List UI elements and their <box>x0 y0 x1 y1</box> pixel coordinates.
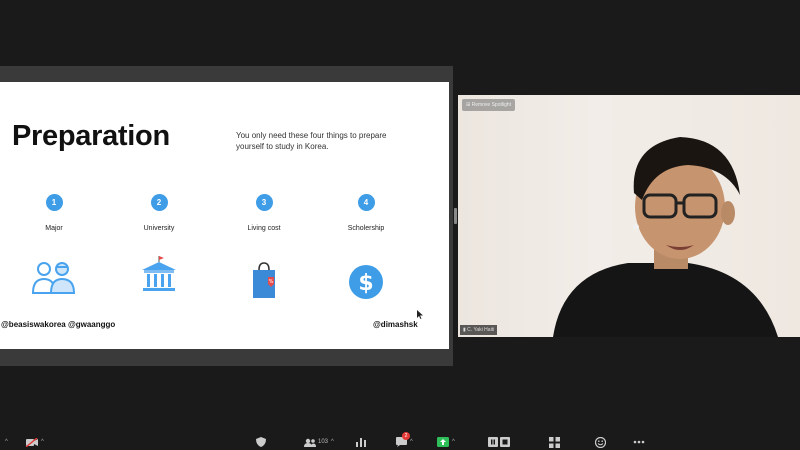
dollar-icon: $ <box>349 265 383 299</box>
record-pause-stop-icon <box>488 437 510 447</box>
chat-options-caret[interactable]: ^ <box>410 439 413 445</box>
step-scholarship: 4 Scholership <box>336 194 396 232</box>
svg-text:$: $ <box>358 271 373 296</box>
polls-button[interactable] <box>356 436 366 448</box>
share-screen-button[interactable]: ^ <box>437 436 455 448</box>
participant-name-label: ▮ C. Yaki Haiti <box>460 325 498 335</box>
step-number: 3 <box>255 194 273 211</box>
step-university: 2 University <box>129 194 189 232</box>
participants-count: 103 <box>318 439 329 445</box>
security-button[interactable] <box>256 436 266 448</box>
step-label: Living cost <box>247 225 281 232</box>
split-view-resize-handle[interactable] <box>454 208 457 224</box>
mouse-cursor-icon <box>417 310 423 319</box>
share-screen-icon <box>437 437 449 447</box>
participants-button[interactable]: 103 ^ <box>304 436 334 448</box>
university-icon <box>142 256 176 291</box>
people-icon <box>31 262 76 294</box>
step-label: Major <box>45 225 63 232</box>
chat-unread-badge: 2 <box>402 432 410 440</box>
step-number: 1 <box>45 194 63 211</box>
reactions-button[interactable] <box>595 436 606 448</box>
audio-options-caret[interactable]: ^ <box>2 436 8 448</box>
social-handle-right: @dimashsk <box>373 320 418 329</box>
video-camera-off-icon <box>26 437 38 447</box>
step-label: University <box>143 225 175 232</box>
step-label: Scholership <box>347 225 385 232</box>
smiley-icon <box>595 436 606 448</box>
slide-subtitle: You only need these four things to prepa… <box>236 131 387 151</box>
zoom-meeting-window: Preparation You only need these four thi… <box>0 0 800 450</box>
remove-spotlight-button[interactable]: ⊞ Remove Spotlight <box>462 99 516 111</box>
participant-video <box>553 137 778 337</box>
participants-options-caret[interactable]: ^ <box>331 439 334 445</box>
participant-video-tile[interactable]: ⊞ Remove Spotlight ▮ C. Yaki Haiti <box>458 95 800 337</box>
stop-video-button[interactable]: ^ <box>26 436 44 448</box>
record-button[interactable] <box>488 436 510 448</box>
share-options-caret[interactable]: ^ <box>452 439 455 445</box>
bar-chart-icon <box>356 438 366 447</box>
breakout-rooms-button[interactable] <box>549 436 560 448</box>
video-options-caret[interactable]: ^ <box>41 439 44 445</box>
slide-title: Preparation <box>12 120 170 152</box>
chat-button[interactable]: 2 ^ <box>396 432 413 448</box>
step-living-cost: 3 Living cost <box>234 194 294 232</box>
more-dots-icon <box>633 440 645 444</box>
svg-text:%: % <box>269 279 274 285</box>
more-button[interactable] <box>633 436 645 448</box>
step-number: 2 <box>150 194 168 211</box>
step-number: 4 <box>357 194 375 211</box>
step-major: 1 Major <box>24 194 84 232</box>
shopping-bag-icon: % <box>253 262 275 298</box>
shield-icon <box>256 437 266 447</box>
meeting-toolbar: ^ ^ 103 ^ 2 ^ ^ <box>0 432 800 450</box>
social-handles-left: @beasiswakorea @gwaanggo <box>1 320 116 329</box>
participants-icon <box>304 438 316 447</box>
shared-slide: Preparation You only need these four thi… <box>0 82 449 349</box>
breakout-rooms-icon <box>549 436 560 448</box>
